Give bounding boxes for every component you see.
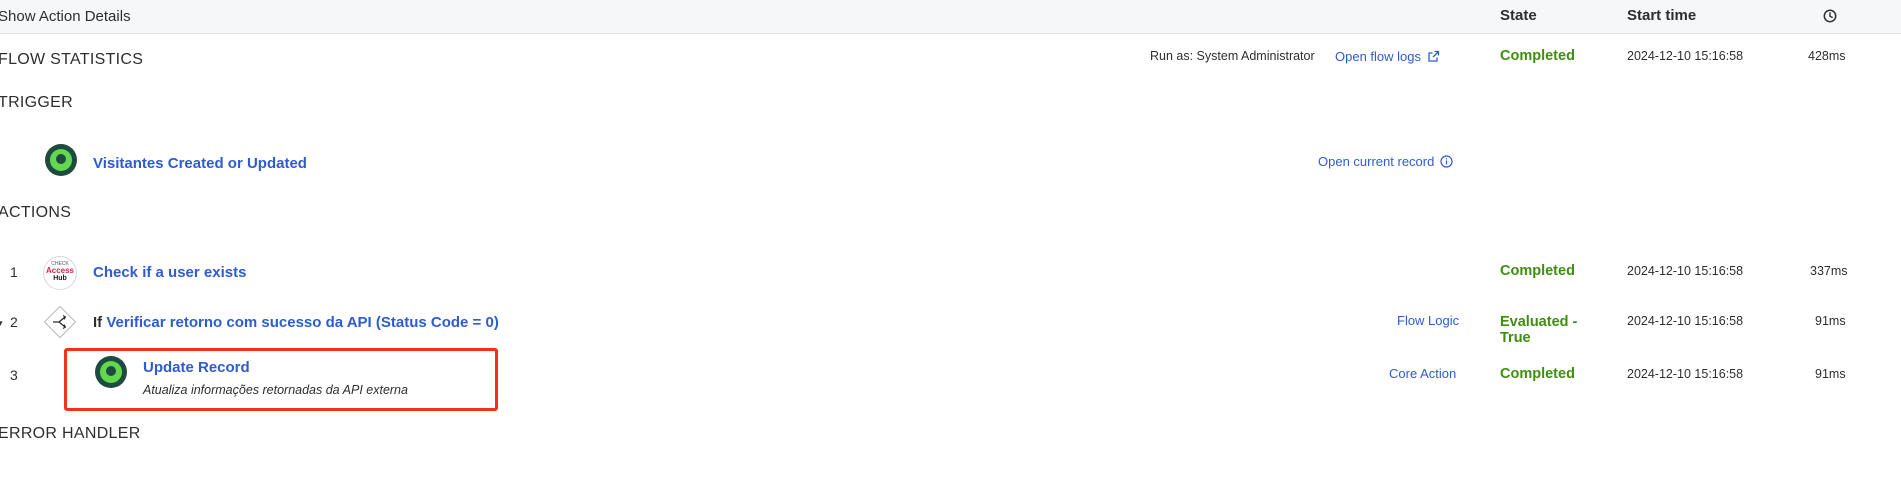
action-description: Atualiza informações retornadas da API e… <box>143 383 408 397</box>
column-header-state[interactable]: State <box>1500 7 1537 24</box>
logo-hub-text: Hub <box>53 275 67 282</box>
record-icon <box>45 144 77 176</box>
info-icon <box>1440 155 1453 171</box>
condition-name-link: Verificar retorno com sucesso da API (St… <box>106 314 499 331</box>
flow-start-time: 2024-12-10 15:16:58 <box>1627 49 1744 63</box>
highlight-box <box>64 348 498 411</box>
open-current-record-link[interactable]: Open current record <box>1318 154 1453 171</box>
action-start-time: 2024-12-10 15:16:58 <box>1627 264 1744 278</box>
action-index: 1 <box>10 264 18 280</box>
column-header-start-time[interactable]: Start time <box>1627 7 1696 24</box>
trigger-heading: TRIGGER <box>0 94 73 111</box>
run-as-label: Run as: System Administrator <box>1150 49 1315 63</box>
action-index: 2 <box>10 314 18 330</box>
logo-access-text: Access <box>45 266 75 275</box>
flow-state: Completed <box>1500 48 1575 64</box>
action-state: Completed <box>1500 366 1575 382</box>
flow-logic-branch-icon <box>41 303 79 341</box>
flow-statistics-heading: FLOW STATISTICS <box>0 51 144 68</box>
state-line-2: True <box>1500 330 1531 346</box>
flow-duration: 428ms <box>1808 49 1846 63</box>
external-link-icon <box>1427 50 1440 66</box>
open-flow-logs-link[interactable]: Open flow logs <box>1335 49 1440 66</box>
actions-heading: ACTIONS <box>0 204 72 221</box>
action-type-link[interactable]: Flow Logic <box>1397 313 1459 328</box>
action-duration: 91ms <box>1815 367 1846 381</box>
trigger-name-link[interactable]: Visitantes Created or Updated <box>93 155 307 172</box>
state-line-1: Evaluated - <box>1500 314 1578 330</box>
record-icon <box>95 356 127 388</box>
access-hub-logo: CHECK Access Hub <box>43 256 77 290</box>
action-duration: 91ms <box>1815 314 1846 328</box>
action-index: 3 <box>10 367 18 383</box>
action-name-link[interactable]: Update Record <box>143 359 250 376</box>
action-type-link[interactable]: Core Action <box>1389 366 1456 381</box>
action-state: Evaluated - True <box>1500 314 1577 346</box>
show-action-details-toggle[interactable]: Show Action Details <box>0 8 131 25</box>
action-start-time: 2024-12-10 15:16:58 <box>1627 367 1744 381</box>
action-name-link[interactable]: Check if a user exists <box>93 264 246 281</box>
open-current-record-label: Open current record <box>1318 154 1435 169</box>
action-start-time: 2024-12-10 15:16:58 <box>1627 314 1744 328</box>
action-duration: 337ms <box>1810 264 1848 278</box>
table-header <box>0 0 1901 34</box>
error-handler-heading: ERROR HANDLER <box>0 425 141 442</box>
condition-label[interactable]: If Verificar retorno com sucesso da API … <box>93 314 499 331</box>
if-keyword: If <box>93 314 103 331</box>
action-state: Completed <box>1500 263 1575 279</box>
open-flow-logs-label: Open flow logs <box>1335 49 1421 64</box>
collapse-chevron-icon[interactable]: ▾ <box>0 318 3 329</box>
clock-icon[interactable] <box>1823 9 1837 23</box>
